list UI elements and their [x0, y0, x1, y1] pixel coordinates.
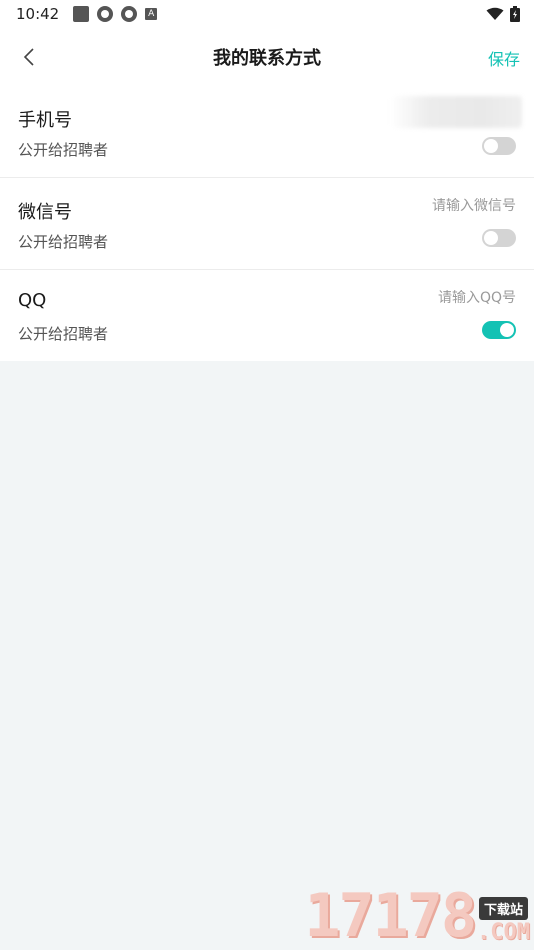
- toggle-knob: [484, 139, 498, 153]
- phone-value-blurred[interactable]: [390, 96, 522, 128]
- toggle-knob: [500, 323, 514, 337]
- row-sub-label: 公开给招聘者: [18, 233, 109, 251]
- status-system-icons: [486, 6, 520, 22]
- square-icon: [73, 6, 90, 22]
- page-title: 我的联系方式: [213, 48, 321, 69]
- contact-row-wechat: 微信号 公开给招聘者: [0, 178, 534, 270]
- contact-row-qq: QQ 公开给招聘者: [0, 270, 534, 361]
- watermark-tag: 下载站: [479, 897, 529, 920]
- nav-bar: 我的联系方式 保存: [0, 28, 534, 86]
- contact-row-phone: 手机号 公开给招聘者: [0, 86, 534, 178]
- watermark-number: 17178: [304, 881, 477, 950]
- status-bar: 10:42 A: [0, 0, 534, 28]
- save-button[interactable]: 保存: [488, 46, 520, 70]
- row-sub-label: 公开给招聘者: [18, 325, 109, 343]
- aperture-icon: [97, 6, 114, 22]
- battery-icon: [510, 6, 520, 22]
- public-toggle[interactable]: [482, 321, 516, 339]
- watermark-side: 下载站 .COM: [477, 897, 530, 946]
- site-watermark: 17178 下载站 .COM: [304, 886, 530, 946]
- contact-list: 手机号 公开给招聘者 微信号 公开给招聘者 QQ 公开给招聘者: [0, 86, 534, 361]
- row-sub-label: 公开给招聘者: [18, 141, 109, 159]
- row-label: 微信号: [18, 202, 72, 223]
- back-button[interactable]: [14, 42, 44, 72]
- row-label: 手机号: [18, 110, 72, 131]
- public-toggle[interactable]: [482, 229, 516, 247]
- status-notification-icons: A: [73, 6, 158, 22]
- wifi-icon: [486, 7, 504, 20]
- status-time: 10:42: [16, 5, 60, 23]
- row-label: QQ: [18, 290, 47, 311]
- qq-input[interactable]: [316, 290, 516, 306]
- screen: 10:42 A 我的联系方式 保存 手机号 公开给招聘者 微信号 请输入微信号 …: [0, 0, 534, 950]
- public-toggle[interactable]: [482, 137, 516, 155]
- chevron-left-icon: [23, 48, 34, 66]
- wechat-input[interactable]: [316, 198, 516, 214]
- watermark-suffix: .COM: [477, 920, 530, 945]
- aperture-icon: [121, 6, 138, 22]
- a-badge-icon: A: [145, 8, 158, 20]
- toggle-knob: [484, 231, 498, 245]
